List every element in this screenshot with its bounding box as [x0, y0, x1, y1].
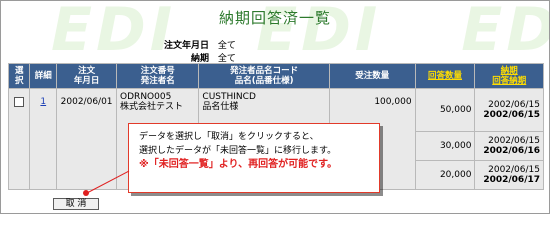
- delivery-cell: 2002/06/15 2002/06/15: [474, 88, 544, 132]
- detail-cell: 1: [29, 88, 58, 190]
- cancel-button[interactable]: 取 消: [53, 198, 99, 210]
- col-order-date: 注文 年月日: [56, 63, 118, 89]
- order-date-cell: 2002/06/01: [56, 88, 118, 190]
- page-title: 納期回答済一覧: [218, 9, 331, 27]
- detail-link[interactable]: 1: [40, 97, 46, 107]
- col-detail: 詳細: [29, 63, 58, 89]
- delivery-cell: 2002/06/15 2002/06/17: [474, 160, 544, 190]
- callout-pointer-dot: [83, 190, 89, 196]
- select-cell: [7, 88, 31, 190]
- col-item: 発注者品名コード 品名(品番仕様): [198, 63, 330, 89]
- screen-frame: EDIEDIEDI 納期回答済一覧 注文年月日 全て 納期 全て 選択 詳細 注…: [0, 0, 550, 214]
- select-checkbox[interactable]: [14, 97, 25, 107]
- col-delivery[interactable]: 納期 回答納期: [474, 63, 544, 89]
- delivery-cell: 2002/06/15 2002/06/16: [474, 131, 544, 161]
- table-header-row: 選択 詳細 注文 年月日 注文番号 発注者名 発注者品名コード 品名(品番仕様)…: [7, 63, 544, 89]
- answer-qty-cell: 20,000: [414, 160, 476, 190]
- col-order-no: 注文番号 発注者名: [116, 63, 200, 89]
- criteria-order-date: 注文年月日 全て: [163, 41, 236, 51]
- col-qty: 受注数量: [328, 63, 416, 89]
- help-callout: データを選択し「取消」をクリックすると、 選択したデータが「未回答一覧」に移行し…: [128, 123, 380, 193]
- col-select: 選択: [7, 63, 31, 89]
- answer-qty-cell: 50,000: [414, 88, 476, 132]
- answer-qty-cell: 30,000: [414, 131, 476, 161]
- col-answer-qty[interactable]: 回答数量: [414, 63, 476, 89]
